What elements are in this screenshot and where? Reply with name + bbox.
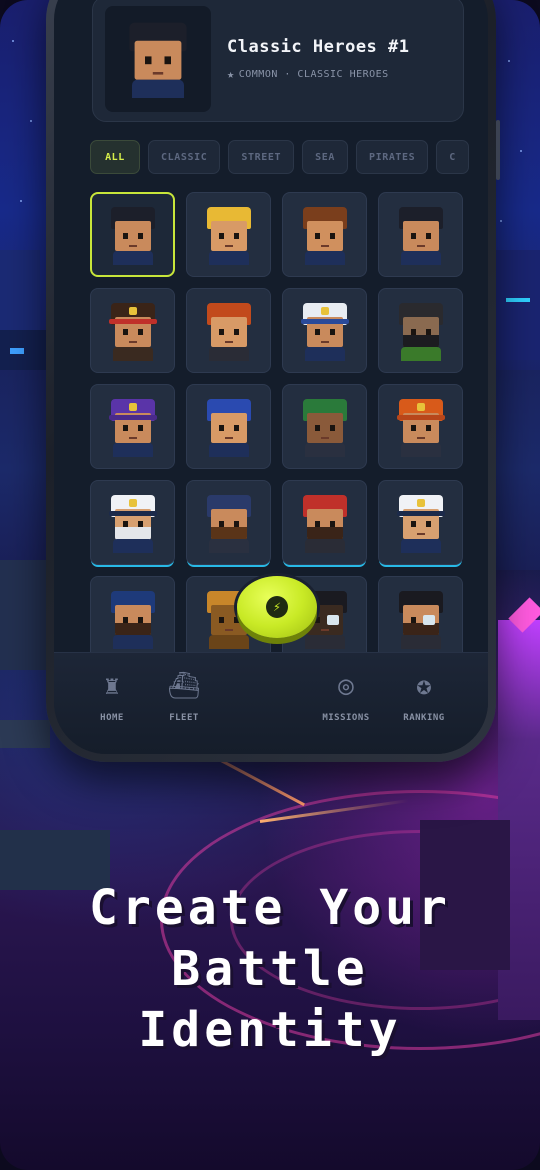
castle-icon: ♜: [104, 671, 120, 701]
city-building: [0, 250, 40, 340]
avatar-white-cap: [297, 301, 353, 361]
nav-label: FLEET: [169, 713, 199, 723]
nav-missions[interactable]: ◎ MISSIONS: [316, 669, 376, 723]
nav-home[interactable]: ♜ HOME: [82, 669, 142, 723]
bolt-icon: ⚡: [266, 596, 288, 618]
ship-icon: ⛴: [167, 671, 201, 701]
avatar-pirate-eyepatch: [393, 589, 449, 649]
star-pixel: [30, 120, 32, 122]
city-building: [496, 250, 540, 360]
avatar-purple-cap: [105, 397, 161, 457]
avatar-blue-hair: [201, 397, 257, 457]
avatar-cell[interactable]: [378, 192, 463, 277]
star-icon: ★: [227, 67, 235, 81]
nav-ranking[interactable]: ✪ RANKING: [394, 669, 454, 723]
avatar-green-beanie: [297, 397, 353, 457]
side-button: [496, 120, 500, 180]
avatar-navy-officer: [105, 589, 161, 649]
star-pixel: [508, 60, 510, 62]
headline-line-3: Identity: [138, 1002, 402, 1058]
tab-sea[interactable]: SEA: [302, 140, 348, 174]
warship: [0, 720, 50, 748]
headline-line-1: Create Your: [89, 880, 451, 936]
avatar-navy-beanie: [201, 493, 257, 553]
avatar-cell[interactable]: [378, 288, 463, 373]
nav-label: MISSIONS: [322, 713, 370, 723]
headline: Create Your Battle Identity: [0, 878, 540, 1061]
hero-title: Classic Heroes #1: [227, 37, 410, 57]
star-pixel: [12, 40, 14, 42]
avatar-cell[interactable]: [186, 480, 271, 565]
city-light: [10, 348, 24, 354]
phone-screen: Classic Heroes #1 ★ COMMON · CLASSIC HER…: [54, 0, 488, 754]
avatar-pirate-red-bandana: [297, 493, 353, 553]
avatar-cell[interactable]: [186, 192, 271, 277]
avatar-cell[interactable]: [90, 192, 175, 277]
avatar-cell[interactable]: [378, 576, 463, 661]
avatar-cell[interactable]: [90, 576, 175, 661]
category-tabs: ALL CLASSIC STREET SEA PIRATES C: [90, 140, 488, 174]
hero-rarity: COMMON · CLASSIC HEROES: [238, 68, 389, 80]
headline-line-2: Battle: [171, 941, 369, 997]
avatar-dark-hair: [393, 205, 449, 265]
bottom-nav: ♜ HOME ⛴ FLEET ◎ MISSIONS ✪ RANKING: [54, 652, 488, 754]
avatar-cell[interactable]: [378, 480, 463, 565]
avatar-blonde: [201, 205, 257, 265]
selected-hero-card: Classic Heroes #1 ★ COMMON · CLASSIC HER…: [92, 0, 464, 122]
avatar-orange-hat: [393, 397, 449, 457]
hero-subtitle: ★ COMMON · CLASSIC HEROES: [227, 67, 410, 81]
avatar-cell[interactable]: [282, 384, 367, 469]
avatar-redhead: [201, 301, 257, 361]
avatar-cell[interactable]: [90, 480, 175, 565]
avatar-black-hair: [105, 205, 161, 265]
avatar-cell[interactable]: [378, 384, 463, 469]
avatar-cell[interactable]: [186, 384, 271, 469]
nav-label: HOME: [100, 713, 124, 723]
tab-classic[interactable]: CLASSIC: [148, 140, 221, 174]
avatar-cell[interactable]: [282, 480, 367, 565]
tab-street[interactable]: STREET: [228, 140, 295, 174]
nav-fleet[interactable]: ⛴ FLEET: [154, 669, 214, 723]
avatar-captain-cap: [393, 493, 449, 553]
star-pixel: [20, 200, 22, 202]
avatar-cell[interactable]: [90, 384, 175, 469]
hero-info: Classic Heroes #1 ★ COMMON · CLASSIC HER…: [227, 37, 410, 81]
tab-c[interactable]: C: [436, 140, 469, 174]
nav-label: RANKING: [403, 713, 445, 723]
hero-avatar: [122, 20, 195, 98]
avatar-cell[interactable]: [282, 288, 367, 373]
badge-icon: ✪: [416, 671, 432, 701]
city-light: [506, 298, 530, 302]
avatar-captain-white-beard: [105, 493, 161, 553]
star-pixel: [520, 150, 522, 152]
phone-frame: Classic Heroes #1 ★ COMMON · CLASSIC HER…: [46, 0, 500, 762]
avatar-cell[interactable]: [186, 288, 271, 373]
action-button[interactable]: ⚡: [237, 576, 317, 638]
tab-all[interactable]: ALL: [90, 140, 140, 174]
star-pixel: [500, 220, 502, 222]
hero-preview: [105, 6, 211, 112]
avatar-brown-hair: [297, 205, 353, 265]
avatar-cell[interactable]: [90, 288, 175, 373]
avatar-red-headband: [105, 301, 161, 361]
target-icon: ◎: [338, 671, 354, 701]
tab-pirates[interactable]: PIRATES: [355, 140, 429, 174]
avatar-masked: [393, 301, 449, 361]
avatar-cell[interactable]: [282, 192, 367, 277]
